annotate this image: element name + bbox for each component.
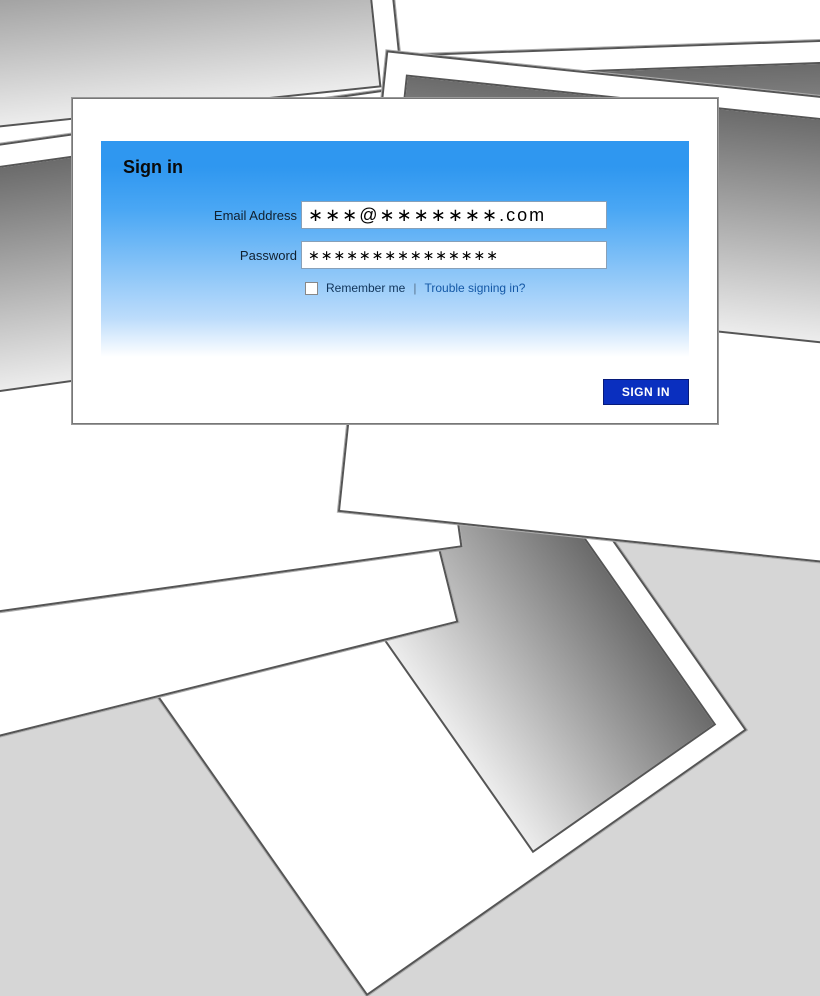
trouble-link[interactable]: Trouble signing in? <box>424 281 525 295</box>
password-field[interactable]: ∗∗∗∗∗∗∗∗∗∗∗∗∗∗∗ <box>301 241 607 269</box>
options-separator: | <box>413 281 416 295</box>
password-label: Password <box>101 248 301 263</box>
options-row: Remember me | Trouble signing in? <box>305 281 525 295</box>
signin-button[interactable]: SIGN IN <box>603 379 689 405</box>
signin-card: Sign in Email Address ∗∗∗@∗∗∗∗∗∗∗.com Pa… <box>72 98 718 424</box>
password-row: Password ∗∗∗∗∗∗∗∗∗∗∗∗∗∗∗ <box>101 241 689 269</box>
email-label: Email Address <box>101 208 301 223</box>
email-field[interactable]: ∗∗∗@∗∗∗∗∗∗∗.com <box>301 201 607 229</box>
remember-checkbox[interactable] <box>305 282 318 295</box>
panel-title: Sign in <box>123 157 183 178</box>
signin-panel: Sign in Email Address ∗∗∗@∗∗∗∗∗∗∗.com Pa… <box>101 141 689 357</box>
remember-label: Remember me <box>326 281 405 295</box>
email-row: Email Address ∗∗∗@∗∗∗∗∗∗∗.com <box>101 201 689 229</box>
